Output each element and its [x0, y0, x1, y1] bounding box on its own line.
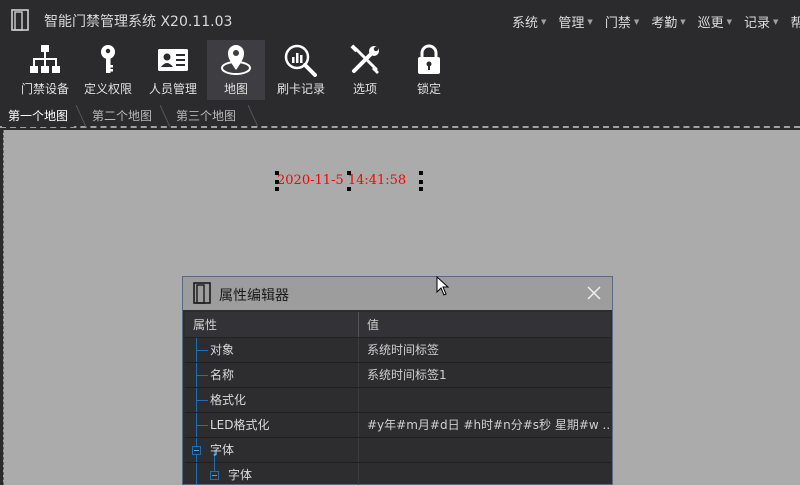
tab-map-2[interactable]: 第二个地图: [86, 105, 158, 127]
menu-access[interactable]: 门禁 ▼: [605, 12, 639, 31]
resize-handle[interactable]: [347, 187, 351, 191]
tool-permissions[interactable]: 定义权限: [79, 40, 137, 100]
property-row[interactable]: 字体: [185, 438, 611, 463]
resize-handle[interactable]: [275, 171, 279, 175]
menu-records[interactable]: 记录 ▼: [744, 12, 778, 31]
tool-label: 地图: [223, 82, 248, 96]
tab-map-3[interactable]: 第三个地图: [170, 105, 242, 127]
menu-patrol[interactable]: 巡更 ▼: [698, 12, 732, 31]
caret-down-icon: ▼: [633, 17, 640, 26]
menu-label: 考勤: [651, 16, 678, 31]
tool-label: 人员管理: [148, 82, 197, 96]
property-editor-title: 属性编辑器: [219, 288, 289, 304]
property-name: 字体: [228, 468, 253, 482]
property-name: 格式化: [210, 393, 247, 407]
collapse-toggle-icon[interactable]: [210, 471, 219, 480]
app-title: 智能门禁管理系统 X20.11.03: [44, 14, 233, 30]
menu-label: 帮: [790, 16, 800, 31]
menu-label: 系统: [512, 16, 539, 31]
property-name: 字体: [210, 443, 235, 457]
resize-handle[interactable]: [419, 180, 423, 184]
tool-door-devices[interactable]: 门禁设备: [16, 40, 74, 100]
tree-line: [196, 463, 197, 485]
resize-handle[interactable]: [419, 187, 423, 191]
mouse-cursor-icon: [436, 276, 450, 296]
system-time-label[interactable]: 2020-11-5 14:41:58: [277, 173, 406, 188]
tab-separator: [248, 105, 258, 127]
collapse-toggle-icon[interactable]: [192, 446, 201, 455]
tab-map-1[interactable]: 第一个地图: [2, 105, 75, 127]
property-value[interactable]: [359, 463, 609, 485]
tool-label: 锁定: [416, 82, 441, 96]
caret-down-icon: ▼: [726, 17, 733, 26]
id-card-icon: [158, 49, 188, 71]
menu-bar: 系统 ▼ 管理 ▼ 门禁 ▼ 考勤 ▼ 巡更 ▼ 记录 ▼ 帮: [512, 12, 800, 31]
menu-label: 记录: [744, 16, 771, 31]
resize-handle[interactable]: [347, 171, 351, 175]
menu-label: 巡更: [697, 16, 724, 31]
property-editor-window: 属性编辑器 属性 值 对象 系统时间标签 名称 系统时间标签1 格式化 LED格…: [182, 276, 613, 485]
column-header-value: 值: [367, 318, 380, 332]
property-value[interactable]: [359, 438, 609, 462]
tools-icon: [350, 44, 379, 74]
tool-label: 门禁设备: [20, 82, 69, 96]
tool-personnel[interactable]: 人员管理: [144, 40, 202, 100]
menu-label: 门禁: [604, 16, 631, 31]
property-row[interactable]: 格式化: [185, 388, 611, 413]
menu-manage[interactable]: 管理 ▼: [558, 12, 592, 31]
tab-separator: [160, 105, 170, 127]
menu-label: 管理: [558, 16, 585, 31]
column-header-property: 属性: [185, 312, 359, 337]
resize-handle[interactable]: [275, 187, 279, 191]
property-value[interactable]: 系统时间标签: [359, 338, 609, 362]
tab-separator: [76, 105, 86, 127]
door-icon: [193, 282, 211, 304]
menu-attendance[interactable]: 考勤 ▼: [651, 12, 685, 31]
tool-lock[interactable]: 锁定: [400, 40, 458, 100]
menu-help[interactable]: 帮: [790, 12, 800, 31]
resize-handle[interactable]: [419, 171, 423, 175]
property-value[interactable]: [359, 388, 609, 412]
property-row[interactable]: 名称 系统时间标签1: [185, 363, 611, 388]
lock-icon: [418, 44, 440, 74]
tree-line: [196, 350, 208, 351]
caret-down-icon: ▼: [773, 17, 779, 26]
map-pin-icon: [221, 45, 251, 75]
tool-label: 选项: [352, 82, 377, 96]
property-name: 对象: [210, 343, 235, 357]
property-row[interactable]: 对象 系统时间标签: [185, 338, 611, 363]
caret-down-icon: ▼: [587, 17, 593, 26]
door-icon: [11, 9, 29, 31]
tool-map[interactable]: 地图: [207, 40, 265, 100]
property-value[interactable]: #y年#m月#d日 #h时#n分#s秒 星期#w ...: [359, 413, 609, 437]
network-icon: [30, 45, 60, 73]
tree-line: [196, 375, 208, 376]
menu-system[interactable]: 系统 ▼: [512, 12, 546, 31]
title-bar: 智能门禁管理系统 X20.11.03 系统 ▼ 管理 ▼ 门禁 ▼ 考勤 ▼ 巡更 ▼ 记…: [0, 0, 800, 40]
close-icon[interactable]: [586, 285, 602, 301]
main-toolbar: 门禁设备 定义权限 人员管理 地图 刷卡记录 选项 锁定: [0, 40, 800, 102]
property-row[interactable]: 字体: [185, 463, 611, 485]
tree-line: [196, 425, 208, 426]
property-grid: 属性 值 对象 系统时间标签 名称 系统时间标签1 格式化 LED格式化 #y年…: [185, 312, 611, 485]
chart-magnifier-icon: [284, 44, 317, 77]
property-value[interactable]: 系统时间标签1: [359, 363, 609, 387]
tree-line: [196, 400, 208, 401]
property-row[interactable]: LED格式化 #y年#m月#d日 #h时#n分#s秒 星期#w ...: [185, 413, 611, 438]
map-tab-strip: 第一个地图 第二个地图 第三个地图: [0, 102, 800, 128]
property-name: LED格式化: [210, 418, 270, 432]
caret-down-icon: ▼: [541, 17, 547, 26]
tool-label: 刷卡记录: [276, 82, 325, 96]
property-name: 名称: [210, 368, 235, 382]
property-grid-header: 属性 值: [185, 312, 611, 338]
tool-options[interactable]: 选项: [336, 40, 394, 100]
tool-card-records[interactable]: 刷卡记录: [272, 40, 330, 100]
key-icon: [101, 45, 115, 73]
tool-label: 定义权限: [83, 82, 132, 96]
property-editor-titlebar[interactable]: 属性编辑器: [183, 277, 612, 310]
caret-down-icon: ▼: [680, 17, 686, 26]
resize-handle[interactable]: [275, 180, 279, 184]
